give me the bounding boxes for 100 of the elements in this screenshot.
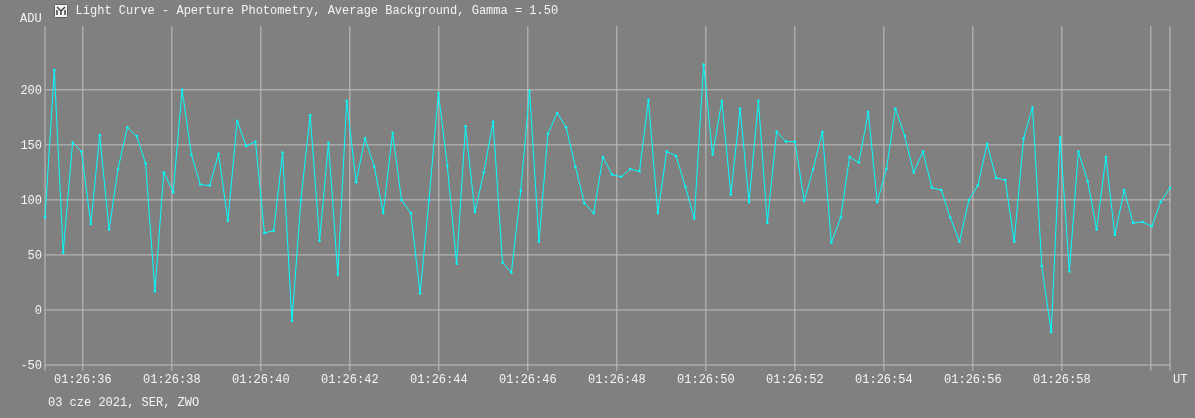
data-point [638,170,641,173]
data-point [126,126,129,129]
data-point [464,124,467,128]
data-point [528,89,531,93]
data-point [912,171,915,174]
data-point [1168,186,1172,190]
data-point [976,184,979,187]
y-axis-label: ADU [20,13,42,25]
data-point [656,211,660,215]
data-point [546,132,550,136]
data-point [190,153,193,157]
data-point [281,151,284,154]
data-point [135,134,138,138]
data-point [885,167,888,171]
data-point [620,175,623,179]
data-point [784,140,788,143]
data-point [501,261,504,264]
data-point [830,241,833,245]
data-point [309,113,312,117]
data-point [409,211,413,215]
data-point [153,290,157,293]
x-axis-label: UT [1173,373,1188,387]
data-point [418,292,422,295]
y-tick-label: -50 [20,359,42,373]
data-point [1049,330,1053,334]
data-point [839,216,842,219]
data-point [867,110,870,114]
data-point [628,167,632,171]
data-point [1068,270,1071,273]
data-point [80,150,83,153]
window-title: Light Curve - Aperture Photometry, Average Background, Gamma = 1.50 [75,5,559,17]
data-point [1031,106,1034,109]
data-point [875,200,879,204]
data-point [43,216,47,219]
data-point [336,273,340,276]
data-point [848,155,851,159]
data-point [391,131,394,134]
data-point [263,231,266,235]
data-point [610,173,614,176]
x-tick-label: 01:26:40 [232,373,290,387]
data-point [1077,150,1080,153]
data-point [171,190,175,194]
data-point [254,140,257,143]
x-tick-label: 01:26:56 [944,373,1002,387]
data-point [1104,155,1108,159]
data-point [290,319,294,323]
data-point [857,161,861,164]
x-tick-label: 01:26:46 [499,373,557,387]
data-point [693,217,696,220]
data-point [1013,240,1016,243]
data-point [53,68,56,72]
data-point [217,152,220,155]
data-point [921,150,925,153]
data-point [272,229,275,232]
data-point [665,150,668,153]
data-point [71,141,74,144]
app-icon [53,4,68,18]
data-point [592,211,595,215]
data-point [793,140,797,143]
data-point [747,200,751,204]
data-point [1058,135,1062,139]
x-tick-label: 01:26:42 [321,373,379,387]
data-point [1040,264,1044,268]
data-point [940,188,943,192]
status-text: 03 cze 2021, SER, ZWO [48,396,200,410]
data-point [510,271,513,274]
data-point [491,120,495,123]
data-point [199,183,202,186]
data-point [674,154,678,158]
data-point [684,185,687,188]
data-point [208,184,211,187]
data-point [775,130,778,133]
data-point [427,198,431,202]
data-point [1159,200,1162,204]
data-point [318,239,321,242]
data-point [647,98,650,101]
data-point [98,133,101,137]
data-point [757,99,760,103]
data-point [1141,220,1144,224]
x-tick-label: 01:26:50 [677,373,735,387]
data-point [1122,188,1126,192]
data-point [967,198,971,202]
data-point [89,222,93,226]
data-point [930,186,934,190]
data-point [601,155,605,159]
x-tick-label: 01:26:48 [588,373,646,387]
data-point [519,189,522,193]
data-point [437,91,440,95]
y-tick-label: 50 [27,248,42,263]
data-point [144,162,147,165]
data-point [299,198,303,202]
data-point [1150,225,1153,228]
data-point [226,219,230,223]
data-point [1131,221,1135,225]
data-point [244,144,248,148]
data-point [729,193,732,196]
data-point [802,199,806,203]
data-point [564,126,568,129]
data-point [894,107,897,110]
data-point [162,171,166,174]
